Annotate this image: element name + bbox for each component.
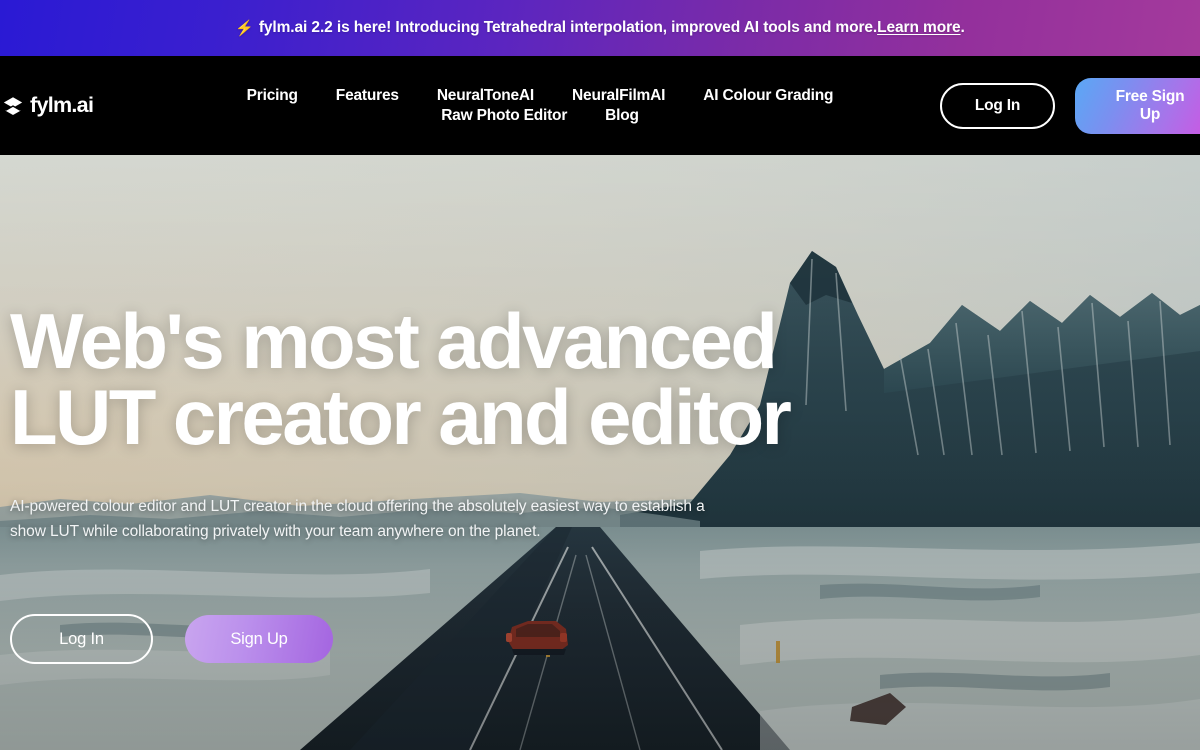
announcement-message: fylm.ai 2.2 is here! Introducing Tetrahe…	[258, 19, 878, 36]
stacked-diamond-logo-icon	[3, 96, 23, 115]
hero-subtitle: AI-powered colour editor and LUT creator…	[10, 497, 705, 541]
lightning-bolt-icon: ⚡	[235, 20, 254, 37]
nav-actions: Log In Free Sign Up	[940, 77, 1200, 134]
nav-login-button[interactable]: Log In	[940, 82, 1055, 129]
nav-free-signup-button[interactable]: Free Sign Up	[1075, 77, 1200, 134]
nav-link-ai-colour-grading[interactable]: AI Colour Grading	[703, 87, 833, 105]
nav-free-signup-line2: Up	[1139, 105, 1161, 123]
hero-login-button[interactable]: Log In	[10, 614, 153, 664]
nav-link-neuraltoneai[interactable]: NeuralToneAI	[437, 87, 534, 105]
main-navigation: fylm.ai Pricing Features NeuralToneAI Ne…	[0, 56, 1200, 155]
nav-link-features[interactable]: Features	[336, 87, 399, 105]
hero-title: Web's most advanced LUT creator and edit…	[10, 302, 1200, 456]
nav-link-neuralfilmai[interactable]: NeuralFilmAI	[572, 87, 665, 105]
brand-name: fylm.ai	[30, 93, 94, 117]
nav-free-signup-line1: Free Sign	[1115, 87, 1185, 105]
nav-links: Pricing Features NeuralToneAI NeuralFilm…	[220, 87, 860, 125]
announcement-text: ⚡ fylm.ai 2.2 is here! Introducing Tetrah…	[235, 19, 965, 37]
hero-section: Web's most advanced LUT creator and edit…	[0, 155, 1200, 750]
nav-link-pricing[interactable]: Pricing	[247, 87, 298, 105]
announcement-banner: ⚡ fylm.ai 2.2 is here! Introducing Tetrah…	[0, 0, 1200, 56]
nav-link-blog[interactable]: Blog	[605, 107, 639, 125]
hero-title-line1: Web's most advanced	[10, 297, 778, 385]
nav-free-signup-label: Free Sign Up	[1116, 88, 1185, 124]
hero-content: Web's most advanced LUT creator and edit…	[10, 155, 1200, 750]
landing-page: ⚡ fylm.ai 2.2 is here! Introducing Tetrah…	[0, 0, 1200, 750]
nav-link-raw-photo-editor[interactable]: Raw Photo Editor	[441, 107, 567, 125]
announcement-period: .	[960, 19, 965, 36]
hero-title-line2: LUT creator and editor	[10, 373, 792, 462]
hero-cta-group: Log In Sign Up	[10, 614, 1200, 664]
hero-signup-button[interactable]: Sign Up	[185, 615, 333, 663]
learn-more-link[interactable]: Learn more	[877, 19, 961, 37]
brand-logo[interactable]: fylm.ai	[2, 93, 192, 118]
